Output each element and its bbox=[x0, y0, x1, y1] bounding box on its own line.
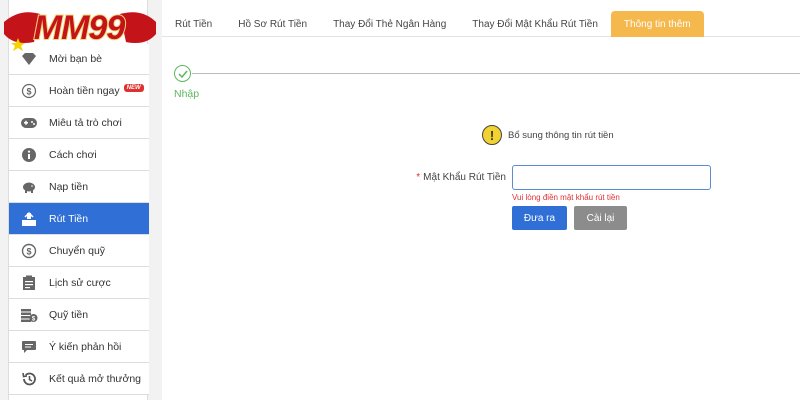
sidebar-item-deposit[interactable]: Nạp tiền bbox=[9, 171, 149, 203]
tab-withdraw-records[interactable]: Hồ Sơ Rút Tiền bbox=[225, 11, 320, 37]
step-label: Nhập bbox=[174, 88, 200, 100]
withdraw-password-input[interactable] bbox=[512, 165, 711, 190]
sidebar-item-label: Hoàn tiền ngay bbox=[49, 84, 120, 97]
sidebar-item-label: Miêu tả trò chơi bbox=[49, 116, 122, 129]
brand-logo[interactable]: MM99 bbox=[0, 2, 160, 54]
cashback-icon: $ bbox=[20, 82, 38, 100]
sidebar-item-label: Rút Tiền bbox=[49, 212, 89, 225]
step-line bbox=[192, 73, 800, 74]
info-icon bbox=[20, 146, 38, 164]
withdraw-icon bbox=[20, 210, 38, 228]
notice: ! Bổ sung thông tin rút tiền bbox=[482, 125, 614, 145]
svg-text:$: $ bbox=[26, 246, 31, 256]
svg-text:$: $ bbox=[26, 86, 31, 96]
tab-change-bank-card[interactable]: Thay Đổi Thẻ Ngân Hàng bbox=[320, 11, 459, 37]
transfer-icon: $ bbox=[20, 242, 38, 260]
tab-bar: Rút Tiền Hồ Sơ Rút Tiền Thay Đổi Thẻ Ngâ… bbox=[162, 11, 800, 37]
sidebar-item-bet-history[interactable]: Lịch sử cược bbox=[9, 267, 149, 299]
main-panel: Rút Tiền Hồ Sơ Rút Tiền Thay Đổi Thẻ Ngâ… bbox=[162, 0, 800, 400]
sidebar-item-transfer[interactable]: $ Chuyển quỹ bbox=[9, 235, 149, 267]
sidebar-item-game-description[interactable]: Miêu tả trò chơi bbox=[9, 107, 149, 139]
clipboard-icon bbox=[20, 274, 38, 292]
sidebar-menu: Mời bạn bè $ Hoàn tiền ngay NEW Miêu tả … bbox=[9, 44, 149, 395]
password-label: * Mật Khẩu Rút Tiền bbox=[402, 172, 506, 183]
warning-icon: ! bbox=[482, 125, 502, 145]
sidebar-item-label: Mời bạn bè bbox=[49, 53, 102, 65]
notice-text: Bổ sung thông tin rút tiền bbox=[508, 129, 614, 141]
sidebar-item-label: Cách chơi bbox=[49, 148, 97, 161]
submit-button[interactable]: Đưa ra bbox=[512, 206, 567, 230]
svg-text:MM99: MM99 bbox=[34, 9, 126, 47]
reset-button[interactable]: Cài lại bbox=[574, 206, 627, 230]
sidebar-item-cashback[interactable]: $ Hoàn tiền ngay NEW bbox=[9, 75, 149, 107]
sidebar-item-label: Chuyển quỹ bbox=[49, 244, 106, 257]
sidebar-item-label: Kết quả mở thưởng bbox=[49, 372, 142, 385]
sidebar-item-feedback[interactable]: Ý kiến phản hồi bbox=[9, 331, 149, 363]
coins-icon: $ bbox=[20, 306, 38, 324]
chat-icon bbox=[20, 338, 38, 356]
sidebar-item-label: Ý kiến phản hồi bbox=[49, 340, 122, 353]
sidebar-item-withdraw[interactable]: Rút Tiền bbox=[9, 203, 149, 235]
tab-withdraw[interactable]: Rút Tiền bbox=[162, 11, 225, 37]
required-mark: * bbox=[416, 172, 421, 183]
sidebar-item-funds[interactable]: $ Quỹ tiền bbox=[9, 299, 149, 331]
step-indicator bbox=[174, 64, 800, 84]
sidebar-item-how-to-play[interactable]: Cách chơi bbox=[9, 139, 149, 171]
tab-more-info[interactable]: Thông tin thêm bbox=[610, 11, 704, 37]
new-badge: NEW bbox=[123, 83, 144, 92]
sidebar-item-label: Nạp tiền bbox=[49, 180, 89, 193]
password-label-text: Mật Khẩu Rút Tiền bbox=[423, 172, 506, 183]
sidebar-item-label: Quỹ tiền bbox=[49, 308, 89, 321]
sidebar-item-lottery-results[interactable]: Kết quả mở thưởng bbox=[9, 363, 149, 395]
checkmark-icon bbox=[174, 65, 191, 82]
error-message: Vui lòng điền mật khẩu rút tiền bbox=[512, 193, 620, 202]
history-icon bbox=[20, 370, 38, 388]
gamepad-icon bbox=[20, 114, 38, 132]
tab-change-withdraw-password[interactable]: Thay Đổi Mật Khẩu Rút Tiền bbox=[459, 11, 611, 37]
piggy-bank-icon bbox=[20, 178, 38, 196]
sidebar: Mời bạn bè $ Hoàn tiền ngay NEW Miêu tả … bbox=[8, 0, 149, 400]
sidebar-item-label: Lịch sử cược bbox=[49, 276, 111, 289]
